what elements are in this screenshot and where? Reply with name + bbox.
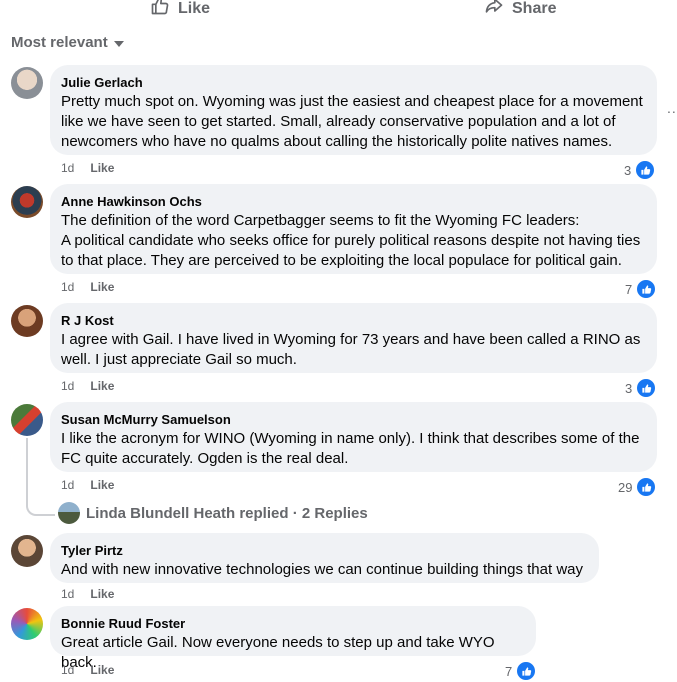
comment-text-line: The definition of the word Carpetbagger … xyxy=(61,212,580,229)
reaction-count-value: 7 xyxy=(505,663,513,679)
comment-text-line: I like the acronym for WINO (Wyoming in … xyxy=(61,430,640,447)
comment-text-line: Great article Gail. Now everyone needs t… xyxy=(61,634,495,671)
reaction-count-value: 29 xyxy=(618,479,633,495)
comment-like-button[interactable]: Like xyxy=(90,379,114,393)
thumbs-up-icon xyxy=(150,0,170,21)
chevron-down-icon xyxy=(113,41,124,47)
comment-time[interactable]: 1d xyxy=(61,161,74,175)
avatar xyxy=(58,502,80,524)
comment-author[interactable]: R J Kost xyxy=(61,312,645,330)
post-action-bar: Like Share xyxy=(0,0,677,22)
comment-text-line: A political candidate who seeks office f… xyxy=(61,232,641,249)
reaction-count[interactable]: 7 xyxy=(505,660,538,682)
comment-meta: 1d Like xyxy=(61,478,114,492)
comment-meta: 1d Like xyxy=(61,161,114,175)
comment-like-button[interactable]: Like xyxy=(90,587,114,601)
sort-dropdown[interactable]: Most relevant xyxy=(11,34,124,51)
like-reaction-icon xyxy=(635,377,658,399)
comment-bubble: Julie Gerlach Pretty much spot on. Wyomi… xyxy=(50,65,657,155)
comment-text-line: like we have seen to get started. Small,… xyxy=(61,113,616,130)
comment-text-line: to that place. They are perceived to be … xyxy=(61,252,622,269)
like-reaction-icon xyxy=(634,159,657,181)
comment-like-button[interactable]: Like xyxy=(90,161,114,175)
more-options-icon[interactable]: .. xyxy=(667,100,677,116)
comment-text-line: FC quite accurately. Ogden is the real d… xyxy=(61,450,349,467)
like-reaction-icon xyxy=(515,660,538,682)
comment-author[interactable]: Julie Gerlach xyxy=(61,74,645,92)
comment-time[interactable]: 1d xyxy=(61,663,74,677)
comment-time[interactable]: 1d xyxy=(61,587,74,601)
sort-label: Most relevant xyxy=(11,34,108,51)
reaction-count-value: 7 xyxy=(625,281,633,297)
comment-author[interactable]: Susan McMurry Samuelson xyxy=(61,411,645,429)
like-button[interactable]: Like xyxy=(150,0,210,21)
comment-bubble: R J Kost I agree with Gail. I have lived… xyxy=(50,303,657,373)
replies-label: Linda Blundell Heath replied · 2 Replies xyxy=(86,504,368,522)
comment-like-button[interactable]: Like xyxy=(90,478,114,492)
share-label: Share xyxy=(512,0,557,17)
avatar[interactable] xyxy=(11,404,43,436)
comment-text-line: newcomers who have no qualms about calli… xyxy=(61,133,613,150)
comment-time[interactable]: 1d xyxy=(61,478,74,492)
like-reaction-icon xyxy=(635,278,658,300)
like-label: Like xyxy=(178,0,211,17)
avatar[interactable] xyxy=(11,67,43,99)
share-arrow-icon xyxy=(484,0,504,21)
comment-like-button[interactable]: Like xyxy=(90,663,114,677)
avatar[interactable] xyxy=(11,305,43,337)
comment-author[interactable]: Tyler Pirtz xyxy=(61,542,587,560)
comment-meta: 1d Like xyxy=(61,663,114,677)
avatar[interactable] xyxy=(11,535,43,567)
comment-author[interactable]: Anne Hawkinson Ochs xyxy=(61,193,645,211)
comment-author[interactable]: Bonnie Ruud Foster xyxy=(61,615,524,633)
reaction-count-value: 3 xyxy=(624,162,632,178)
comment-time[interactable]: 1d xyxy=(61,379,74,393)
comment-bubble: Susan McMurry Samuelson I like the acron… xyxy=(50,402,657,472)
reaction-count[interactable]: 29 xyxy=(618,476,658,498)
reaction-count[interactable]: 3 xyxy=(624,159,657,181)
reaction-count[interactable]: 7 xyxy=(625,278,658,300)
comment-text-line: And with new innovative technologies we … xyxy=(61,561,583,578)
avatar[interactable] xyxy=(11,608,43,640)
reaction-count-value: 3 xyxy=(625,380,633,396)
share-button[interactable]: Share xyxy=(484,0,556,21)
reaction-count[interactable]: 3 xyxy=(625,377,658,399)
reply-thread-line xyxy=(26,438,55,516)
comment-like-button[interactable]: Like xyxy=(90,280,114,294)
comment-meta: 1d Like xyxy=(61,587,114,601)
avatar[interactable] xyxy=(11,186,43,218)
comment-text-line: well. I just appreciate Gail so much. xyxy=(61,351,297,368)
view-replies-link[interactable]: Linda Blundell Heath replied · 2 Replies xyxy=(58,502,368,524)
comment-meta: 1d Like xyxy=(61,280,114,294)
comment-bubble: Bonnie Ruud Foster Great article Gail. N… xyxy=(50,606,536,671)
comment-meta: 1d Like xyxy=(61,379,114,393)
comment-bubble: Anne Hawkinson Ochs The definition of th… xyxy=(50,184,657,274)
comment-text-line: Pretty much spot on. Wyoming was just th… xyxy=(61,93,643,110)
comment-bubble: Tyler Pirtz And with new innovative tech… xyxy=(50,533,599,583)
comment-time[interactable]: 1d xyxy=(61,280,74,294)
like-reaction-icon xyxy=(635,476,658,498)
comment-text-line: I agree with Gail. I have lived in Wyomi… xyxy=(61,331,641,348)
